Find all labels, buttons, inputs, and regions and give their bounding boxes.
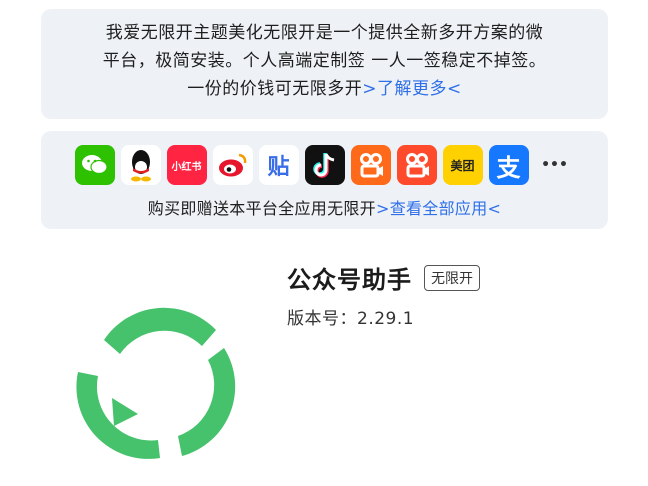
app-name: 公众号助手	[287, 266, 412, 294]
wechat-icon	[74, 145, 115, 185]
intro-line-2: 平台，极简安装。个人高端定制签 一人一签稳定不掉签。	[102, 51, 547, 71]
intro-line-3-text: 一份的价钱可无限多开	[187, 79, 363, 99]
meituan-icon: 美团	[442, 145, 483, 185]
xiaohongshu-icon: 小红书	[166, 145, 207, 185]
more-icon[interactable]: •••	[534, 145, 575, 185]
unlimited-badge: 无限开	[424, 264, 480, 291]
intro-card: 我爱无限开主题美化无限开是一个提供全新多开方案的微 平台，极简安装。个人高端定制…	[41, 9, 608, 119]
weibo-icon	[212, 145, 253, 185]
view-all-apps-link[interactable]: >查看全部应用<	[376, 199, 501, 218]
intro-line-3: 一份的价钱可无限多开>了解更多<	[55, 75, 594, 103]
apps-promo-text: 购买即赠送本平台全应用无限开>查看全部应用<	[41, 195, 608, 219]
version-label: 版本号：2.29.1	[287, 309, 415, 329]
app-logo-icon	[76, 307, 236, 459]
learn-more-link[interactable]: >了解更多<	[362, 79, 462, 99]
app-title-row: 公众号助手 无限开	[287, 260, 480, 295]
apps-card: 小红书 贴 美团 支 ••• 购买即赠送本平台全应用无限开>查看全部应用<	[41, 131, 608, 229]
tieba-icon: 贴	[258, 145, 299, 185]
qq-icon	[120, 145, 161, 185]
app-icon-row: 小红书 贴 美团 支 •••	[41, 131, 608, 185]
alipay-icon: 支	[488, 145, 529, 185]
kuaishou-icon	[350, 145, 391, 185]
douyin-icon	[304, 145, 345, 185]
kuaishou-lite-icon	[396, 145, 437, 185]
intro-line-1: 我爱无限开主题美化无限开是一个提供全新多开方案的微	[105, 23, 544, 43]
apps-promo-label: 购买即赠送本平台全应用无限开	[147, 199, 376, 218]
